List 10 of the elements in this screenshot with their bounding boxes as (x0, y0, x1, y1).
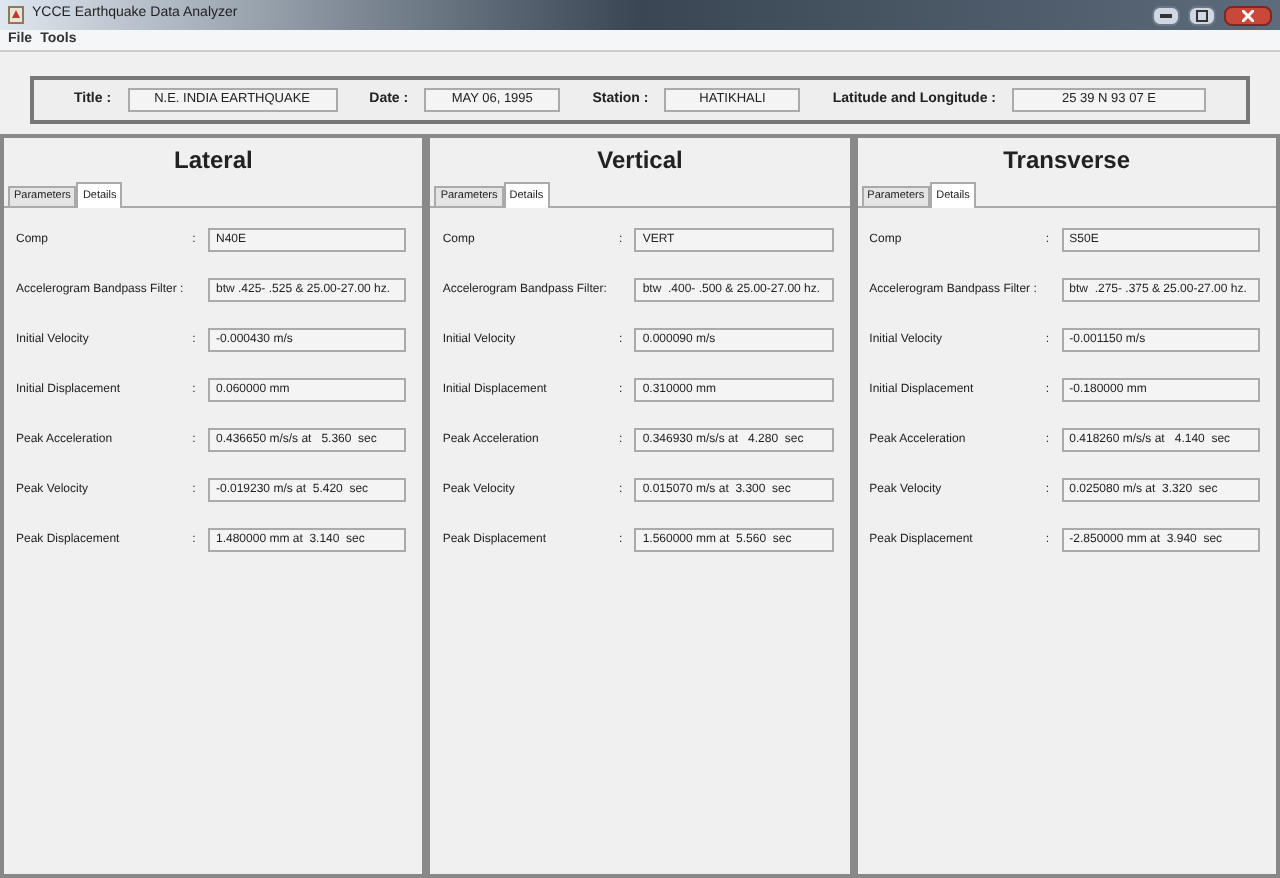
maximize-icon (1196, 9, 1208, 21)
panel-title: Vertical (595, 144, 685, 178)
minimize-button[interactable] (1152, 5, 1180, 25)
maximize-button[interactable] (1188, 5, 1216, 25)
minimize-icon (1160, 13, 1172, 17)
close-button[interactable] (1224, 5, 1272, 25)
panel-title: Transverse (1001, 144, 1133, 178)
panel-title: Lateral (171, 144, 255, 178)
app-icon (8, 6, 24, 24)
close-icon (1242, 9, 1254, 21)
